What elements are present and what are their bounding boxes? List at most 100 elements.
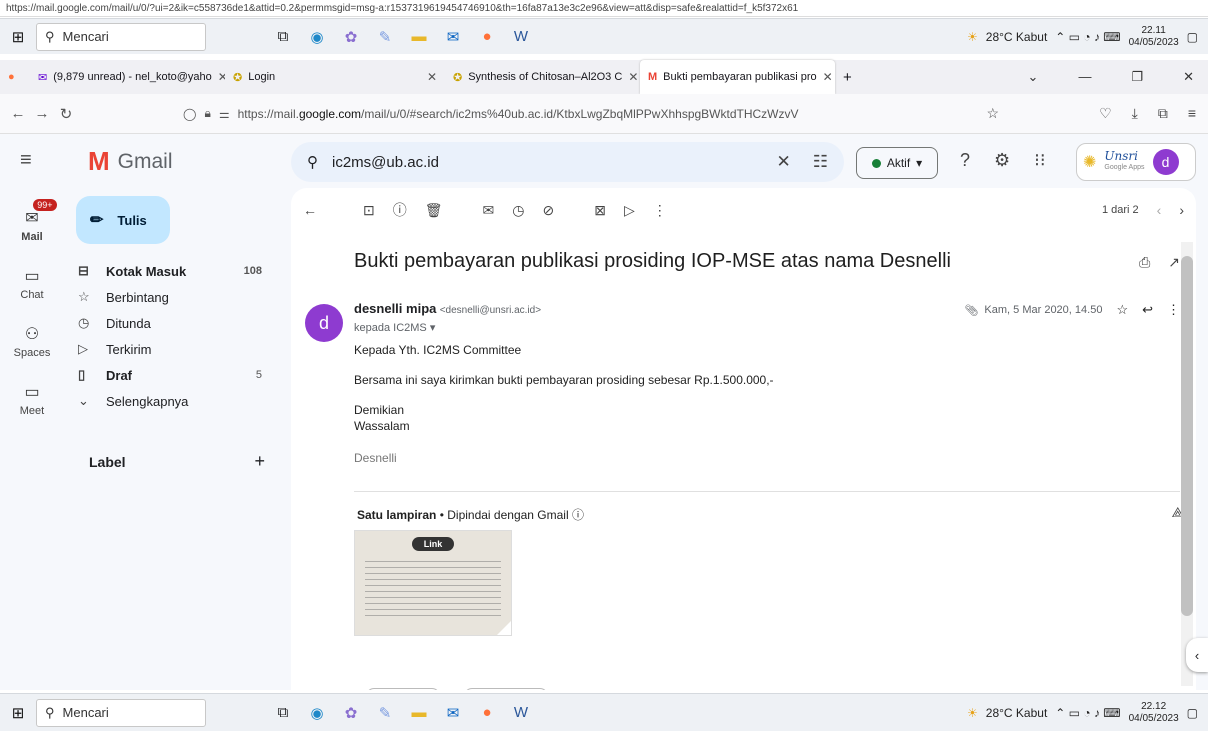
nav-more[interactable]: ⌄ Selengkapnya xyxy=(64,388,276,414)
tab-yahoo[interactable]: ✉ (9,879 unread) - nel_koto@yaho ✕ xyxy=(30,60,225,94)
taskbar-search[interactable]: ⚲ Mencari xyxy=(36,698,206,727)
tab-synthesis[interactable]: ✪ Synthesis of Chitosan–Al2O3 C ✕ xyxy=(445,60,640,94)
task-view-icon[interactable]: ⧉ xyxy=(266,23,300,51)
avatar[interactable]: d xyxy=(1152,149,1179,175)
nav-inbox[interactable]: ⊟ Kotak Masuk 108 xyxy=(64,258,276,284)
mail-icon[interactable]: ✉ xyxy=(436,699,470,727)
maximize-icon[interactable]: ❐ xyxy=(1131,69,1143,85)
tray-icons[interactable]: ⌃ ▭ ◔ ♪ ⌨ xyxy=(1055,706,1120,720)
app-icon[interactable]: ✿ xyxy=(334,699,368,727)
edge-icon[interactable]: ◉ xyxy=(300,23,334,51)
bookmark-star-icon[interactable]: ☆ xyxy=(987,105,1000,122)
windows-start-icon[interactable]: ⊞ xyxy=(0,704,36,722)
compose-button[interactable]: ✏ Tulis xyxy=(76,196,170,244)
notification-icon[interactable]: ▢ xyxy=(1187,30,1198,44)
close-icon[interactable]: ✕ xyxy=(628,70,638,84)
nav-snoozed[interactable]: ◷ Ditunda xyxy=(64,310,276,336)
taskbar-clock[interactable]: 22.11 04/05/2023 xyxy=(1129,25,1179,49)
firefox-icon[interactable]: ● xyxy=(470,23,504,51)
firefox-menu-icon[interactable]: ● xyxy=(0,60,30,94)
taskbar-clock[interactable]: 22.12 04/05/2023 xyxy=(1129,701,1179,725)
pocket-icon[interactable]: ♡ xyxy=(1099,105,1112,122)
mail-search-bar[interactable]: ⚲ ic2ms@ub.ac.id ✕ ☷ xyxy=(291,142,844,182)
star-icon[interactable]: ☆ xyxy=(1116,302,1128,318)
clear-search-icon[interactable]: ✕ xyxy=(777,152,791,172)
gear-icon[interactable]: ⚙ xyxy=(994,150,1010,171)
apps-grid-icon[interactable]: ⁝⁝ xyxy=(1034,150,1045,171)
close-icon[interactable]: ✕ xyxy=(218,70,225,84)
attachment-thumbnail[interactable]: Link xyxy=(354,530,512,636)
next-icon[interactable]: › xyxy=(1179,202,1184,218)
download-icon[interactable]: ⤓ xyxy=(1132,105,1138,122)
menu-icon[interactable]: ≡ xyxy=(1188,105,1196,122)
windows-start-icon[interactable]: ⊞ xyxy=(0,28,36,46)
report-spam-icon[interactable]: ⓘ xyxy=(393,200,407,220)
label-icon[interactable]: ▷ xyxy=(624,202,635,219)
chevron-down-icon: ▾ xyxy=(916,156,923,170)
forward-icon[interactable]: → xyxy=(30,105,54,122)
taskbar-search[interactable]: ⚲ Mencari xyxy=(36,22,206,51)
prev-icon[interactable]: ‹ xyxy=(1157,202,1162,218)
word-icon[interactable]: W xyxy=(504,699,538,727)
search-options-icon[interactable]: ☷ xyxy=(813,152,828,172)
account-badge[interactable]: ✺ Unsri Google Apps d xyxy=(1076,143,1196,181)
close-icon[interactable]: ✕ xyxy=(823,70,833,84)
nav-starred[interactable]: ☆ Berbintang xyxy=(64,284,276,310)
add-label-icon[interactable]: + xyxy=(254,451,265,472)
nav-drafts[interactable]: ▯ Draf 5 xyxy=(64,362,276,388)
more-vert-icon[interactable]: ⋮ xyxy=(653,202,667,219)
search-input[interactable]: ic2ms@ub.ac.id xyxy=(332,154,439,171)
app-icon[interactable]: ✿ xyxy=(334,23,368,51)
gmail-logo[interactable]: M Gmail xyxy=(88,146,173,177)
tab-gmail-active[interactable]: M Bukti pembayaran publikasi pro ✕ xyxy=(640,60,835,94)
move-to-icon[interactable]: ⊠ xyxy=(594,202,606,219)
delete-icon[interactable]: 🗑︎ xyxy=(425,202,443,219)
rail-spaces[interactable]: ⚇ Spaces xyxy=(0,312,64,370)
rail-mail[interactable]: ✉ 99+ Mail xyxy=(0,196,64,254)
scrollbar[interactable] xyxy=(1181,242,1193,686)
close-window-icon[interactable]: ✕ xyxy=(1183,69,1194,85)
mark-unread-icon[interactable]: ✉ xyxy=(483,202,495,219)
main-menu-icon[interactable]: ≡ xyxy=(20,149,32,172)
side-panel-toggle-icon[interactable]: ‹ xyxy=(1186,638,1208,672)
status-dropdown[interactable]: Aktif ▾ xyxy=(856,147,938,179)
rail-chat[interactable]: ▭ Chat xyxy=(0,254,64,312)
app-icon[interactable]: ✎ xyxy=(368,699,402,727)
app-icon[interactable]: ✎ xyxy=(368,23,402,51)
tab-login[interactable]: ✪ Login ✕ xyxy=(225,60,445,94)
search-icon[interactable]: ⚲ xyxy=(307,153,318,171)
word-icon[interactable]: W xyxy=(504,23,538,51)
nav-sent[interactable]: ▷ Terkirim xyxy=(64,336,276,362)
edge-icon[interactable]: ◉ xyxy=(300,699,334,727)
weather-text[interactable]: 28°C Kabut xyxy=(986,706,1048,720)
weather-text[interactable]: 28°C Kabut xyxy=(986,30,1048,44)
open-new-window-icon[interactable]: ↗ xyxy=(1168,254,1180,271)
file-explorer-icon[interactable]: ▬ xyxy=(402,23,436,51)
reply-icon[interactable]: ↩ xyxy=(1142,302,1153,318)
print-icon[interactable]: ⎙ xyxy=(1139,254,1150,271)
address-bar[interactable]: ◯ 🔒︎ ⚌ https://mail.google.com/mail/u/0/… xyxy=(183,99,987,129)
firefox-icon[interactable]: ● xyxy=(470,699,504,727)
rail-meet[interactable]: ▭ Meet xyxy=(0,370,64,428)
add-task-icon[interactable]: ⊘ xyxy=(542,202,554,219)
task-view-icon[interactable]: ⧉ xyxy=(266,699,300,727)
close-icon[interactable]: ✕ xyxy=(427,70,437,84)
notification-icon[interactable]: ▢ xyxy=(1187,706,1198,720)
new-tab-button[interactable]: + xyxy=(835,60,865,94)
snooze-icon[interactable]: ◷ xyxy=(512,202,524,219)
archive-icon[interactable]: ⊡ xyxy=(363,202,375,219)
reload-icon[interactable]: ↻ xyxy=(54,105,78,123)
tray-icons[interactable]: ⌃ ▭ ◔ ♪ ⌨ xyxy=(1055,30,1120,44)
back-icon[interactable]: ← xyxy=(6,105,30,122)
forward-button-edge[interactable] xyxy=(464,688,548,690)
more-vert-icon[interactable]: ⋮ xyxy=(1167,302,1180,318)
reply-button-edge[interactable] xyxy=(366,688,440,690)
help-icon[interactable]: ? xyxy=(960,150,970,171)
back-to-list-icon[interactable]: ← xyxy=(303,202,317,218)
recipient-dropdown[interactable]: kepada IC2MS ▾ xyxy=(354,321,435,334)
minimize-icon[interactable]: — xyxy=(1078,69,1091,85)
file-explorer-icon[interactable]: ▬ xyxy=(402,699,436,727)
extensions-icon[interactable]: ⧉ xyxy=(1158,105,1168,122)
mail-icon[interactable]: ✉ xyxy=(436,23,470,51)
tab-list-icon[interactable]: ⌄ xyxy=(1028,69,1039,85)
